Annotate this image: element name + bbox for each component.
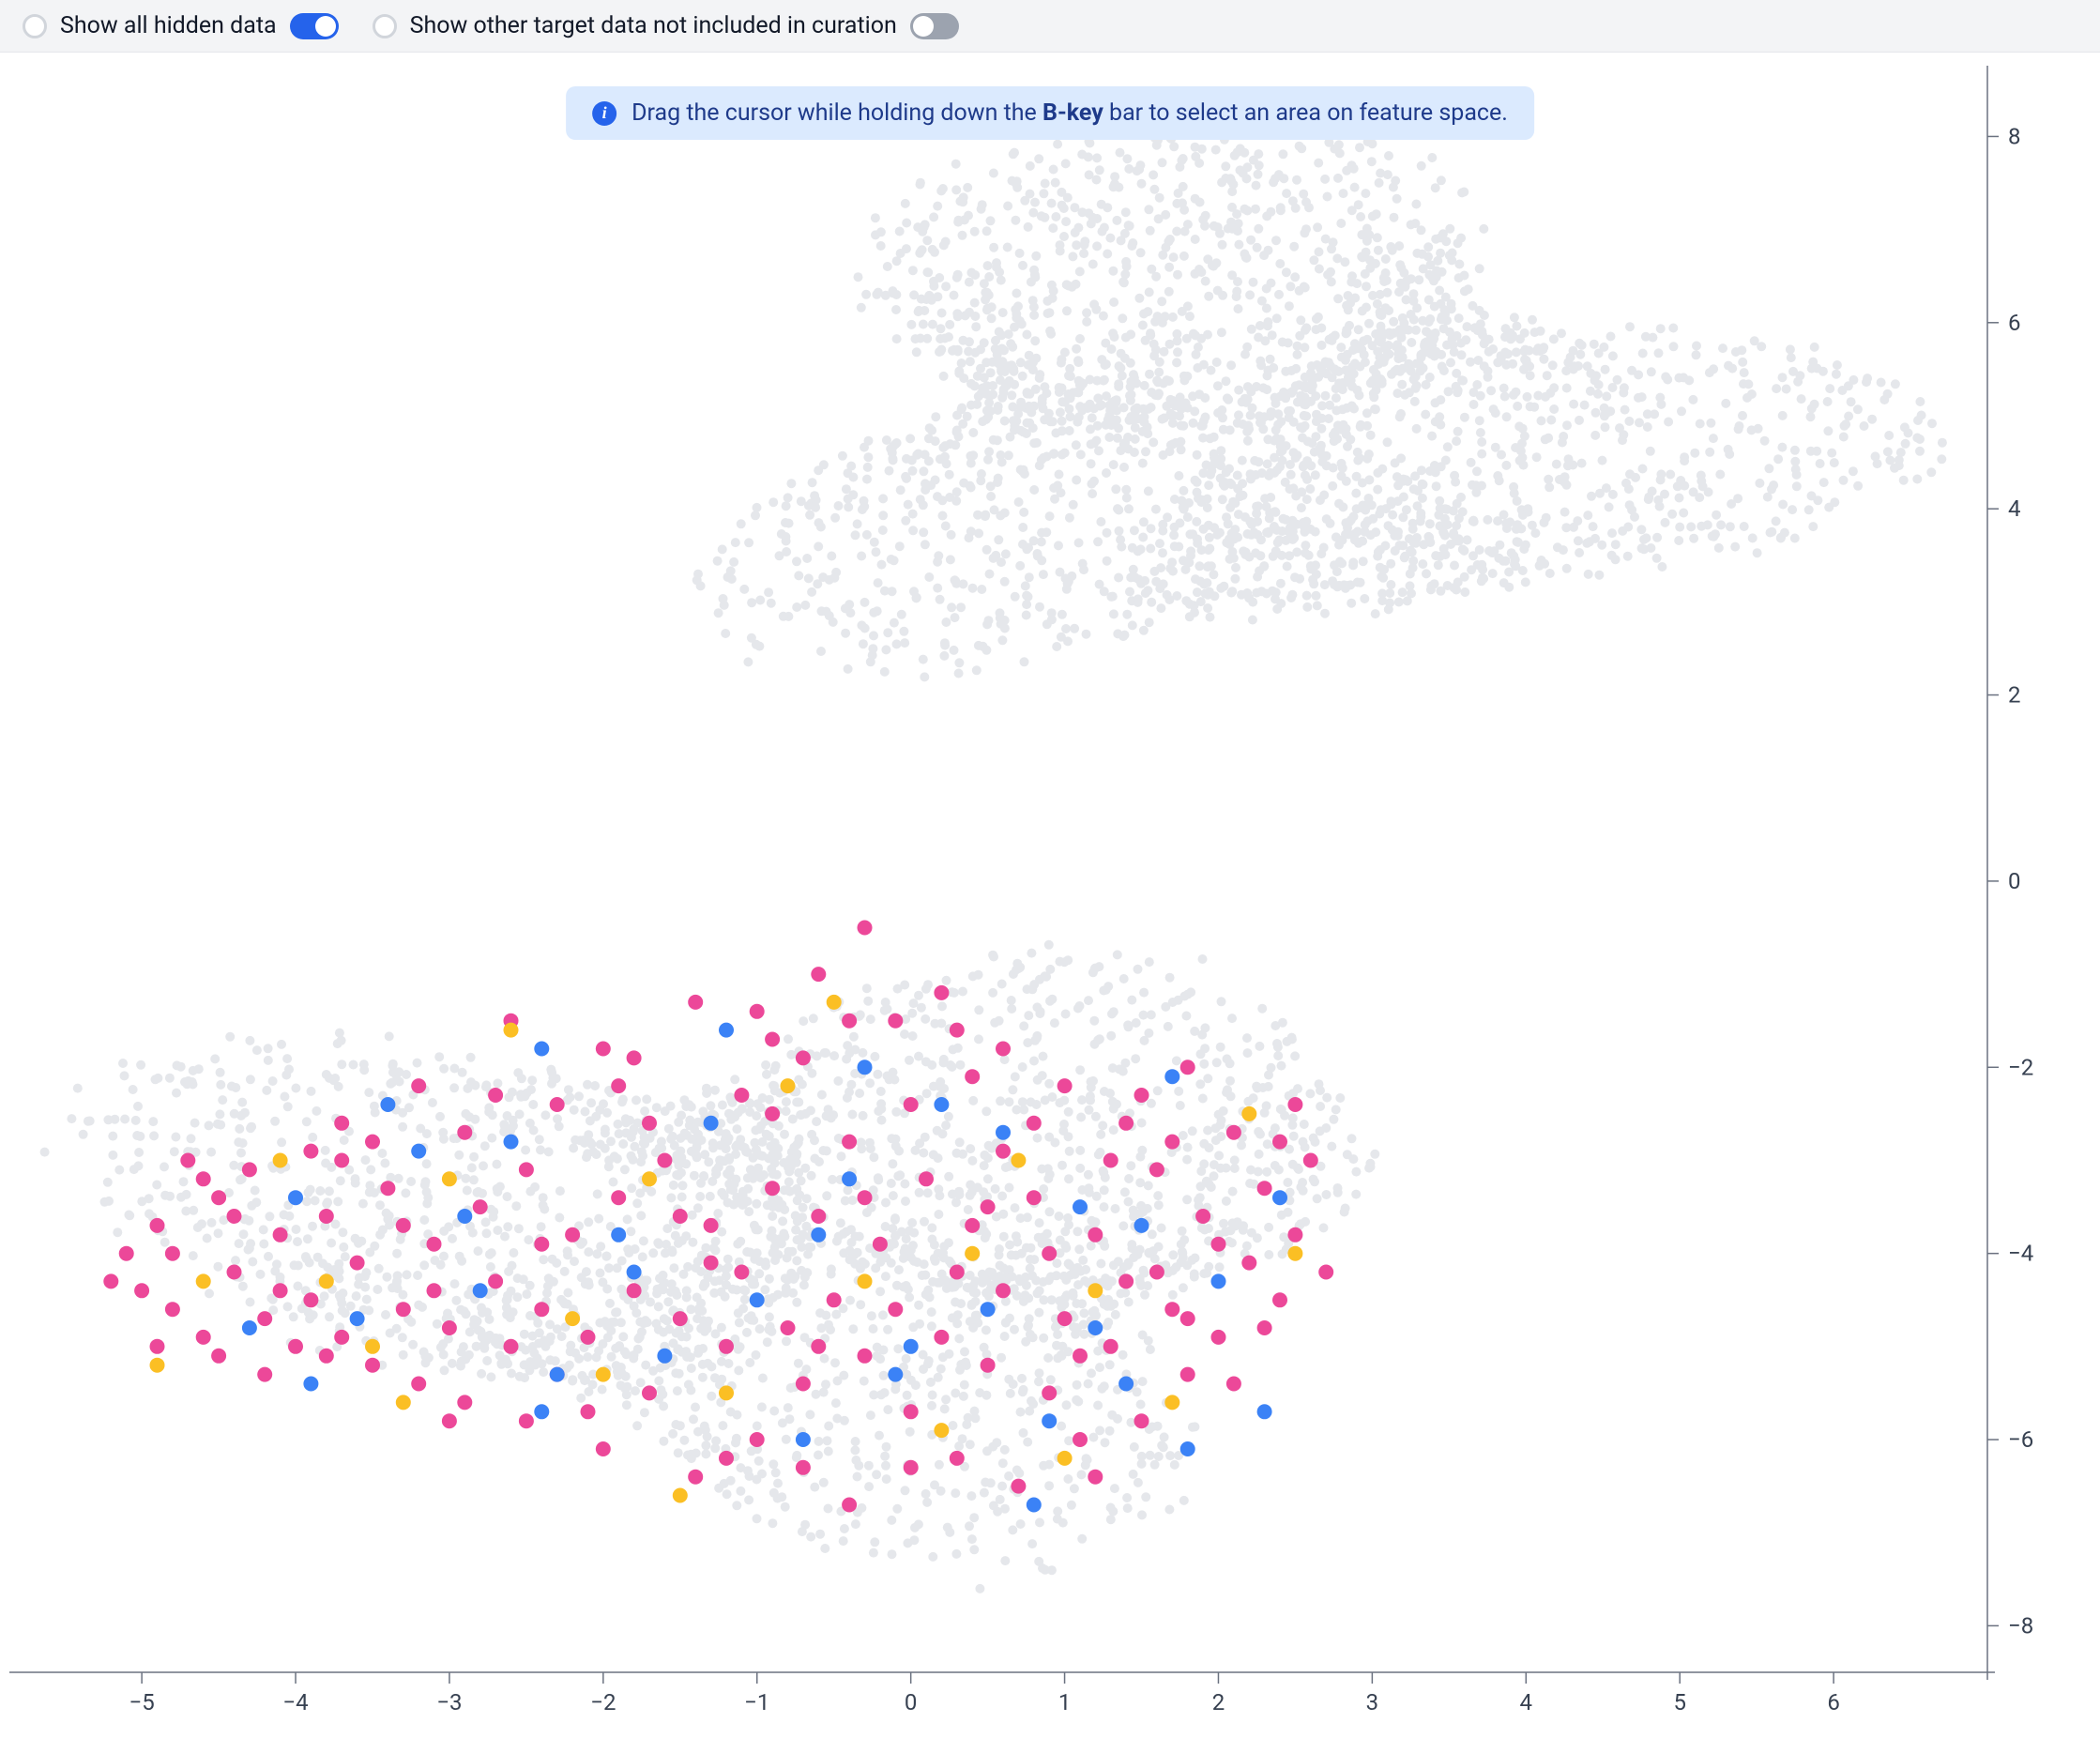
info-text: Drag the cursor while holding down the B… [632,99,1508,127]
show-other-target-toggle[interactable] [910,13,959,39]
feature-space-chart[interactable]: i Drag the cursor while holding down the… [0,53,2100,1738]
toolbar: Show all hidden data Show other target d… [0,0,2100,53]
radio-indicator-icon [23,14,47,38]
radio-indicator-icon [373,14,397,38]
toggle-group-other-target: Show other target data not included in c… [373,12,959,39]
show-hidden-data-toggle[interactable] [290,13,339,39]
axes: −5−4−3−2−10123456−8−6−4−202468 [9,66,2033,1715]
info-banner: i Drag the cursor while holding down the… [566,86,1534,140]
hidden-data-points [40,116,1947,1593]
scatter-plot[interactable]: −5−4−3−2−10123456−8−6−4−202468 [0,53,2100,1738]
info-icon: i [592,101,616,126]
toggle-group-hidden-data: Show all hidden data [23,12,339,39]
toggle-label: Show other target data not included in c… [410,12,897,39]
toggle-label: Show all hidden data [60,12,277,39]
